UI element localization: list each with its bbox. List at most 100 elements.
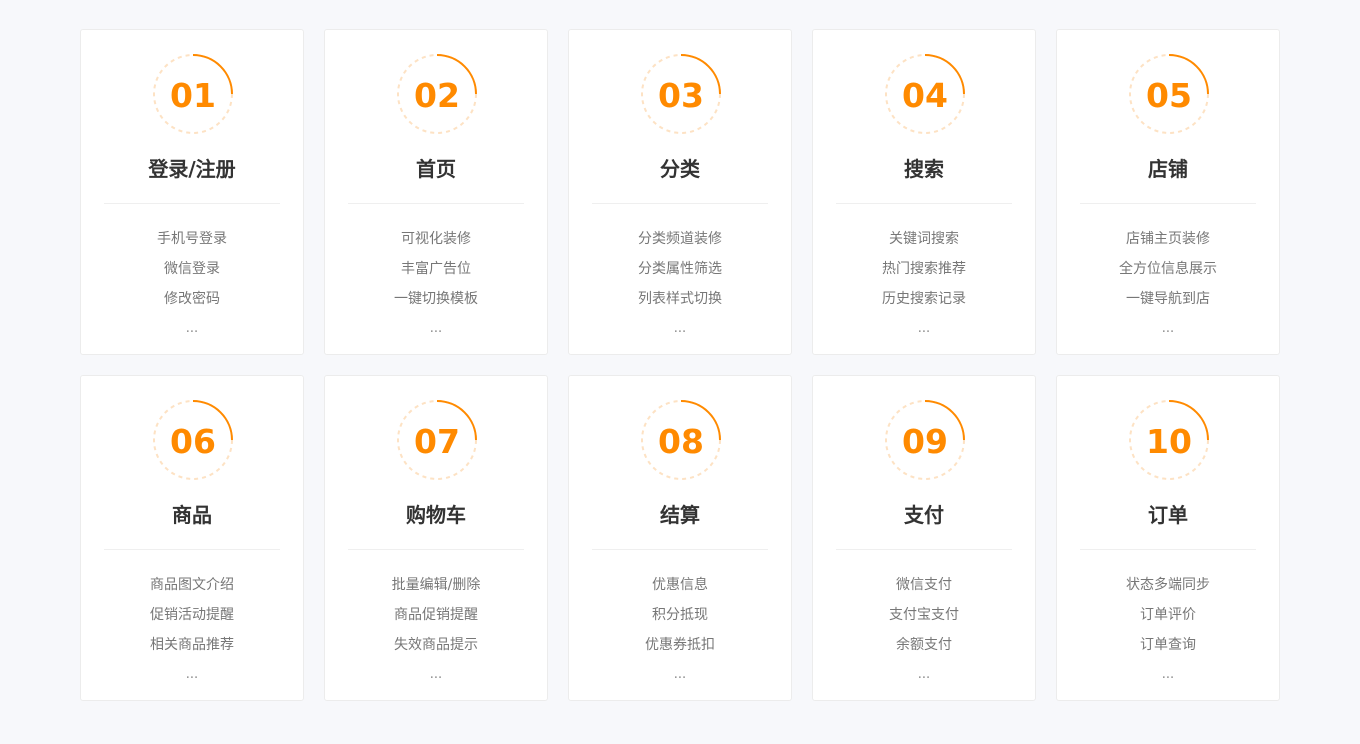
feature-card-04: 04 搜索 关键词搜索 热门搜索推荐 历史搜索记录 ... xyxy=(812,29,1036,355)
feature-item: 可视化装修 xyxy=(401,231,471,247)
feature-item: 失效商品提示 xyxy=(394,637,478,653)
feature-more: ... xyxy=(673,321,687,336)
feature-list: 状态多端同步 订单评价 订单查询 ... xyxy=(1057,570,1279,690)
number-badge: 03 xyxy=(640,53,722,135)
card-number: 05 xyxy=(1146,76,1192,115)
feature-item: 余额支付 xyxy=(896,637,952,653)
card-number: 09 xyxy=(902,422,948,461)
feature-card-05: 05 店铺 店铺主页装修 全方位信息展示 一键导航到店 ... xyxy=(1056,29,1280,355)
feature-grid: 01 登录/注册 手机号登录 微信登录 修改密码 ... 02 首页 可视化装修… xyxy=(80,29,1280,701)
divider xyxy=(104,549,280,550)
feature-item: 优惠券抵扣 xyxy=(645,637,715,653)
feature-item: 商品图文介绍 xyxy=(150,577,234,593)
feature-more: ... xyxy=(1161,321,1175,336)
divider xyxy=(592,549,768,550)
number-badge: 01 xyxy=(152,53,234,135)
feature-item: 分类频道装修 xyxy=(638,231,722,247)
number-badge: 05 xyxy=(1128,53,1210,135)
feature-card-01: 01 登录/注册 手机号登录 微信登录 修改密码 ... xyxy=(80,29,304,355)
feature-card-07: 07 购物车 批量编辑/删除 商品促销提醒 失效商品提示 ... xyxy=(324,375,548,701)
feature-card-09: 09 支付 微信支付 支付宝支付 余额支付 ... xyxy=(812,375,1036,701)
number-badge: 04 xyxy=(884,53,966,135)
number-badge: 08 xyxy=(640,399,722,481)
card-title: 结算 xyxy=(660,503,700,527)
feature-item: 分类属性筛选 xyxy=(638,261,722,277)
card-title: 商品 xyxy=(172,503,212,527)
number-badge: 07 xyxy=(396,399,478,481)
feature-item: 商品促销提醒 xyxy=(394,607,478,623)
feature-more: ... xyxy=(1161,667,1175,682)
feature-item: 订单评价 xyxy=(1140,607,1196,623)
feature-item: 支付宝支付 xyxy=(889,607,959,623)
feature-card-03: 03 分类 分类频道装修 分类属性筛选 列表样式切换 ... xyxy=(568,29,792,355)
divider xyxy=(592,203,768,204)
card-title: 登录/注册 xyxy=(148,157,236,181)
number-badge: 02 xyxy=(396,53,478,135)
feature-item: 批量编辑/删除 xyxy=(391,577,481,593)
card-number: 04 xyxy=(902,76,948,115)
number-badge: 10 xyxy=(1128,399,1210,481)
feature-item: 相关商品推荐 xyxy=(150,637,234,653)
feature-card-06: 06 商品 商品图文介绍 促销活动提醒 相关商品推荐 ... xyxy=(80,375,304,701)
feature-item: 一键切换模板 xyxy=(394,291,478,307)
feature-item: 积分抵现 xyxy=(652,607,708,623)
feature-item: 促销活动提醒 xyxy=(150,607,234,623)
card-number: 01 xyxy=(170,76,216,115)
number-badge: 09 xyxy=(884,399,966,481)
feature-item: 手机号登录 xyxy=(157,231,227,247)
feature-item: 全方位信息展示 xyxy=(1119,261,1217,277)
feature-more: ... xyxy=(429,321,443,336)
feature-card-08: 08 结算 优惠信息 积分抵现 优惠券抵扣 ... xyxy=(568,375,792,701)
card-title: 订单 xyxy=(1148,503,1188,527)
divider xyxy=(836,549,1012,550)
feature-more: ... xyxy=(917,667,931,682)
feature-item: 状态多端同步 xyxy=(1126,577,1210,593)
feature-more: ... xyxy=(185,321,199,336)
feature-list: 微信支付 支付宝支付 余额支付 ... xyxy=(813,570,1035,690)
divider xyxy=(836,203,1012,204)
feature-item: 一键导航到店 xyxy=(1126,291,1210,307)
feature-item: 订单查询 xyxy=(1140,637,1196,653)
feature-item: 热门搜索推荐 xyxy=(882,261,966,277)
feature-list: 批量编辑/删除 商品促销提醒 失效商品提示 ... xyxy=(325,570,547,690)
feature-item: 优惠信息 xyxy=(652,577,708,593)
feature-item: 店铺主页装修 xyxy=(1126,231,1210,247)
divider xyxy=(1080,549,1256,550)
feature-item: 修改密码 xyxy=(164,291,220,307)
feature-list: 优惠信息 积分抵现 优惠券抵扣 ... xyxy=(569,570,791,690)
divider xyxy=(348,203,524,204)
card-number: 10 xyxy=(1146,422,1192,461)
feature-card-02: 02 首页 可视化装修 丰富广告位 一键切换模板 ... xyxy=(324,29,548,355)
feature-item: 微信登录 xyxy=(164,261,220,277)
feature-item: 丰富广告位 xyxy=(401,261,471,277)
card-title: 店铺 xyxy=(1148,157,1188,181)
card-number: 07 xyxy=(414,422,460,461)
feature-list: 店铺主页装修 全方位信息展示 一键导航到店 ... xyxy=(1057,224,1279,344)
card-number: 03 xyxy=(658,76,704,115)
divider xyxy=(348,549,524,550)
feature-item: 列表样式切换 xyxy=(638,291,722,307)
card-title: 首页 xyxy=(416,157,456,181)
feature-more: ... xyxy=(429,667,443,682)
number-badge: 06 xyxy=(152,399,234,481)
card-number: 02 xyxy=(414,76,460,115)
feature-more: ... xyxy=(185,667,199,682)
feature-list: 商品图文介绍 促销活动提醒 相关商品推荐 ... xyxy=(81,570,303,690)
feature-card-10: 10 订单 状态多端同步 订单评价 订单查询 ... xyxy=(1056,375,1280,701)
card-title: 搜索 xyxy=(904,157,944,181)
card-number: 08 xyxy=(658,422,704,461)
card-title: 购物车 xyxy=(406,503,466,527)
feature-list: 关键词搜索 热门搜索推荐 历史搜索记录 ... xyxy=(813,224,1035,344)
feature-more: ... xyxy=(917,321,931,336)
feature-list: 手机号登录 微信登录 修改密码 ... xyxy=(81,224,303,344)
feature-list: 可视化装修 丰富广告位 一键切换模板 ... xyxy=(325,224,547,344)
card-title: 支付 xyxy=(904,503,944,527)
feature-item: 历史搜索记录 xyxy=(882,291,966,307)
divider xyxy=(1080,203,1256,204)
card-title: 分类 xyxy=(660,157,700,181)
feature-item: 关键词搜索 xyxy=(889,231,959,247)
feature-item: 微信支付 xyxy=(896,577,952,593)
feature-more: ... xyxy=(673,667,687,682)
card-number: 06 xyxy=(170,422,216,461)
feature-list: 分类频道装修 分类属性筛选 列表样式切换 ... xyxy=(569,224,791,344)
